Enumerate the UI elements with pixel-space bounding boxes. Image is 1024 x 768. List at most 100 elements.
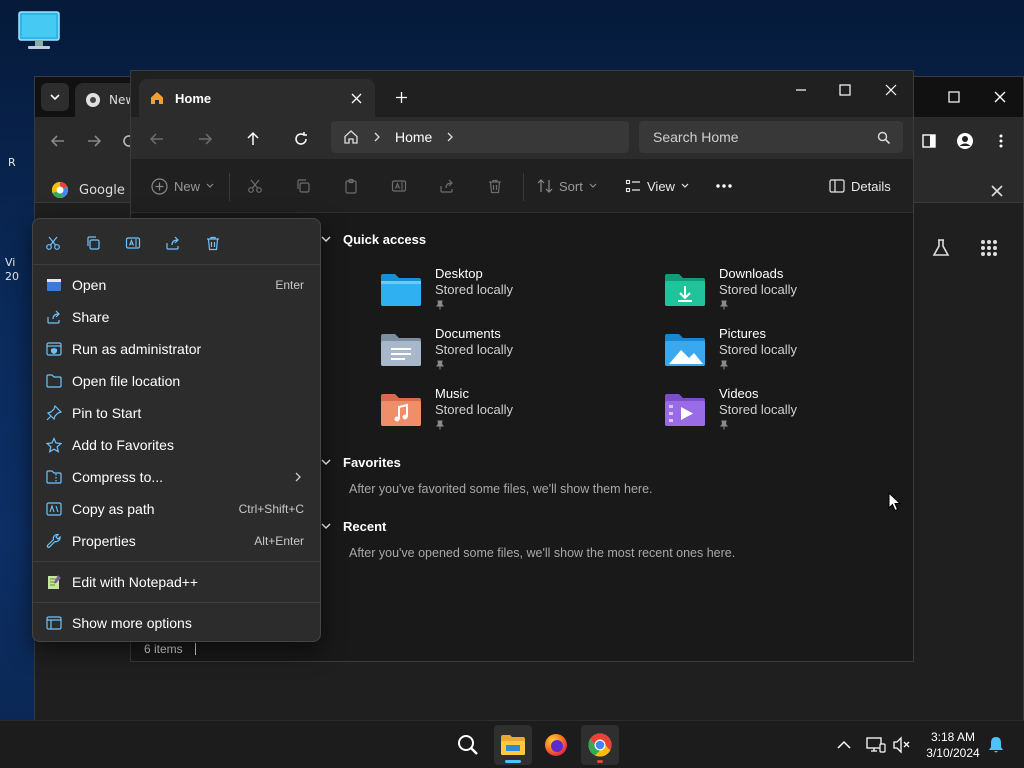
quick-access-name: Music <box>435 386 469 401</box>
copy-button[interactable] <box>295 175 311 197</box>
explorer-search-input[interactable] <box>639 121 903 153</box>
share-button[interactable] <box>439 175 455 197</box>
taskbar-firefox[interactable] <box>537 725 575 765</box>
cut-button[interactable] <box>247 175 263 197</box>
command-separator <box>229 173 230 201</box>
tray-overflow-button[interactable] <box>834 735 854 755</box>
menu-item-properties[interactable]: Properties Alt+Enter <box>37 526 316 556</box>
maximize-icon <box>948 91 960 103</box>
chrome-forward-button[interactable] <box>82 129 106 153</box>
volume-muted-icon <box>893 736 910 754</box>
quick-access-desktop[interactable]: Desktop Stored locally <box>379 266 619 322</box>
arrow-up-icon <box>247 131 259 145</box>
quick-access-pictures[interactable]: Pictures Stored locally <box>663 326 903 382</box>
explorer-tab-home[interactable]: Home <box>139 79 375 117</box>
context-copy-button[interactable] <box>82 232 104 254</box>
explorer-tab-close-button[interactable] <box>347 89 365 107</box>
pin-icon <box>720 420 728 430</box>
chrome-profile-button[interactable] <box>953 129 977 153</box>
context-share-button[interactable] <box>162 232 184 254</box>
menu-item-label: Copy as path <box>72 501 155 517</box>
tray-network-button[interactable] <box>866 735 886 755</box>
menu-item-copy-as-path[interactable]: Copy as path Ctrl+Shift+C <box>37 494 316 524</box>
favorites-header[interactable]: Favorites <box>321 455 401 470</box>
see-more-button[interactable] <box>715 175 733 197</box>
pin-icon <box>45 404 63 422</box>
rename-button[interactable] <box>391 175 407 197</box>
menu-item-add-to-favorites[interactable]: Add to Favorites <box>37 430 316 460</box>
menu-item-share[interactable]: Share <box>37 302 316 332</box>
taskbar-file-explorer[interactable] <box>494 725 532 765</box>
plus-circle-icon <box>151 177 168 195</box>
explorer-minimize-button[interactable] <box>779 75 823 105</box>
taskbar-chrome[interactable] <box>581 725 619 765</box>
chrome-maximize-button[interactable] <box>939 85 969 109</box>
menu-item-edit-with-notepadpp[interactable]: Edit with Notepad++ <box>37 567 316 597</box>
menu-item-compress-to[interactable]: Compress to... <box>37 462 316 492</box>
view-button[interactable]: View <box>625 175 689 197</box>
quick-access-videos[interactable]: Videos Stored locally <box>663 386 903 442</box>
menu-item-open-file-location[interactable]: Open file location <box>37 366 316 396</box>
quick-access-downloads[interactable]: Downloads Stored locally <box>663 266 903 322</box>
chrome-bookmark-google[interactable]: Google <box>51 181 125 199</box>
chrome-close-button[interactable] <box>985 85 1015 109</box>
chrome-bookmark-label: Google <box>79 182 125 198</box>
this-pc-desktop-icon[interactable] <box>16 10 62 52</box>
scissors-icon <box>248 179 262 193</box>
quick-access-header[interactable]: Quick access <box>321 232 426 247</box>
delete-button[interactable] <box>487 175 503 197</box>
chrome-side-panel-button[interactable] <box>917 129 941 153</box>
chrome-tab-search-button[interactable] <box>41 83 69 111</box>
tray-volume-button[interactable] <box>892 735 912 755</box>
menu-item-pin-to-start[interactable]: Pin to Start <box>37 398 316 428</box>
explorer-new-tab-button[interactable] <box>389 85 413 109</box>
context-menu-quick-actions <box>33 219 320 265</box>
quick-access-documents[interactable]: Documents Stored locally <box>379 326 619 382</box>
details-pane-button[interactable]: Details <box>829 175 891 197</box>
paste-button[interactable] <box>343 175 359 197</box>
context-delete-button[interactable] <box>202 232 224 254</box>
chevron-right-icon[interactable] <box>446 132 454 142</box>
quick-access-name: Pictures <box>719 326 766 341</box>
chrome-menu-button[interactable] <box>989 129 1013 153</box>
chrome-apps-button[interactable] <box>977 236 1001 260</box>
explorer-close-button[interactable] <box>869 75 913 105</box>
new-button[interactable]: New <box>151 175 214 197</box>
context-cut-button[interactable] <box>42 232 64 254</box>
quick-access-name: Documents <box>435 326 501 341</box>
sort-button[interactable]: Sort <box>537 175 597 197</box>
notification-button[interactable] <box>986 735 1006 755</box>
compress-icon <box>45 468 63 486</box>
chrome-back-button[interactable] <box>46 129 70 153</box>
pin-icon <box>436 360 444 370</box>
explorer-back-button[interactable] <box>144 126 170 152</box>
explorer-maximize-button[interactable] <box>823 75 867 105</box>
view-list-icon <box>625 179 640 193</box>
chrome-bar-close-button[interactable] <box>985 179 1009 203</box>
menu-item-run-as-admin[interactable]: Run as administrator <box>37 334 316 364</box>
pictures-folder-icon <box>665 334 705 366</box>
admin-shield-icon <box>45 340 63 358</box>
explorer-forward-button[interactable] <box>192 126 218 152</box>
menu-item-show-more-options[interactable]: Show more options <box>37 608 316 638</box>
chevron-down-icon <box>50 94 60 101</box>
taskbar-clock[interactable]: 3:18 AM 3/10/2024 <box>920 729 986 761</box>
desktop-edge-label: 20 <box>5 270 19 283</box>
chrome-labs-button[interactable] <box>929 236 953 260</box>
close-icon <box>885 84 897 96</box>
trash-icon <box>207 236 219 251</box>
quick-access-music[interactable]: Music Stored locally <box>379 386 619 442</box>
explorer-address-bar[interactable]: Home <box>331 121 629 153</box>
explorer-refresh-button[interactable] <box>288 126 314 152</box>
explorer-up-button[interactable] <box>240 126 266 152</box>
taskbar-search-button[interactable] <box>449 725 487 765</box>
menu-item-open[interactable]: Open Enter <box>37 270 316 300</box>
chevron-down-icon <box>589 183 597 188</box>
breadcrumb-item[interactable]: Home <box>395 129 432 145</box>
context-rename-button[interactable] <box>122 232 144 254</box>
apps-grid-icon <box>981 240 997 256</box>
close-icon <box>994 91 1006 103</box>
more-options-icon <box>45 614 63 632</box>
menu-divider <box>33 561 320 562</box>
recent-header[interactable]: Recent <box>321 519 386 534</box>
